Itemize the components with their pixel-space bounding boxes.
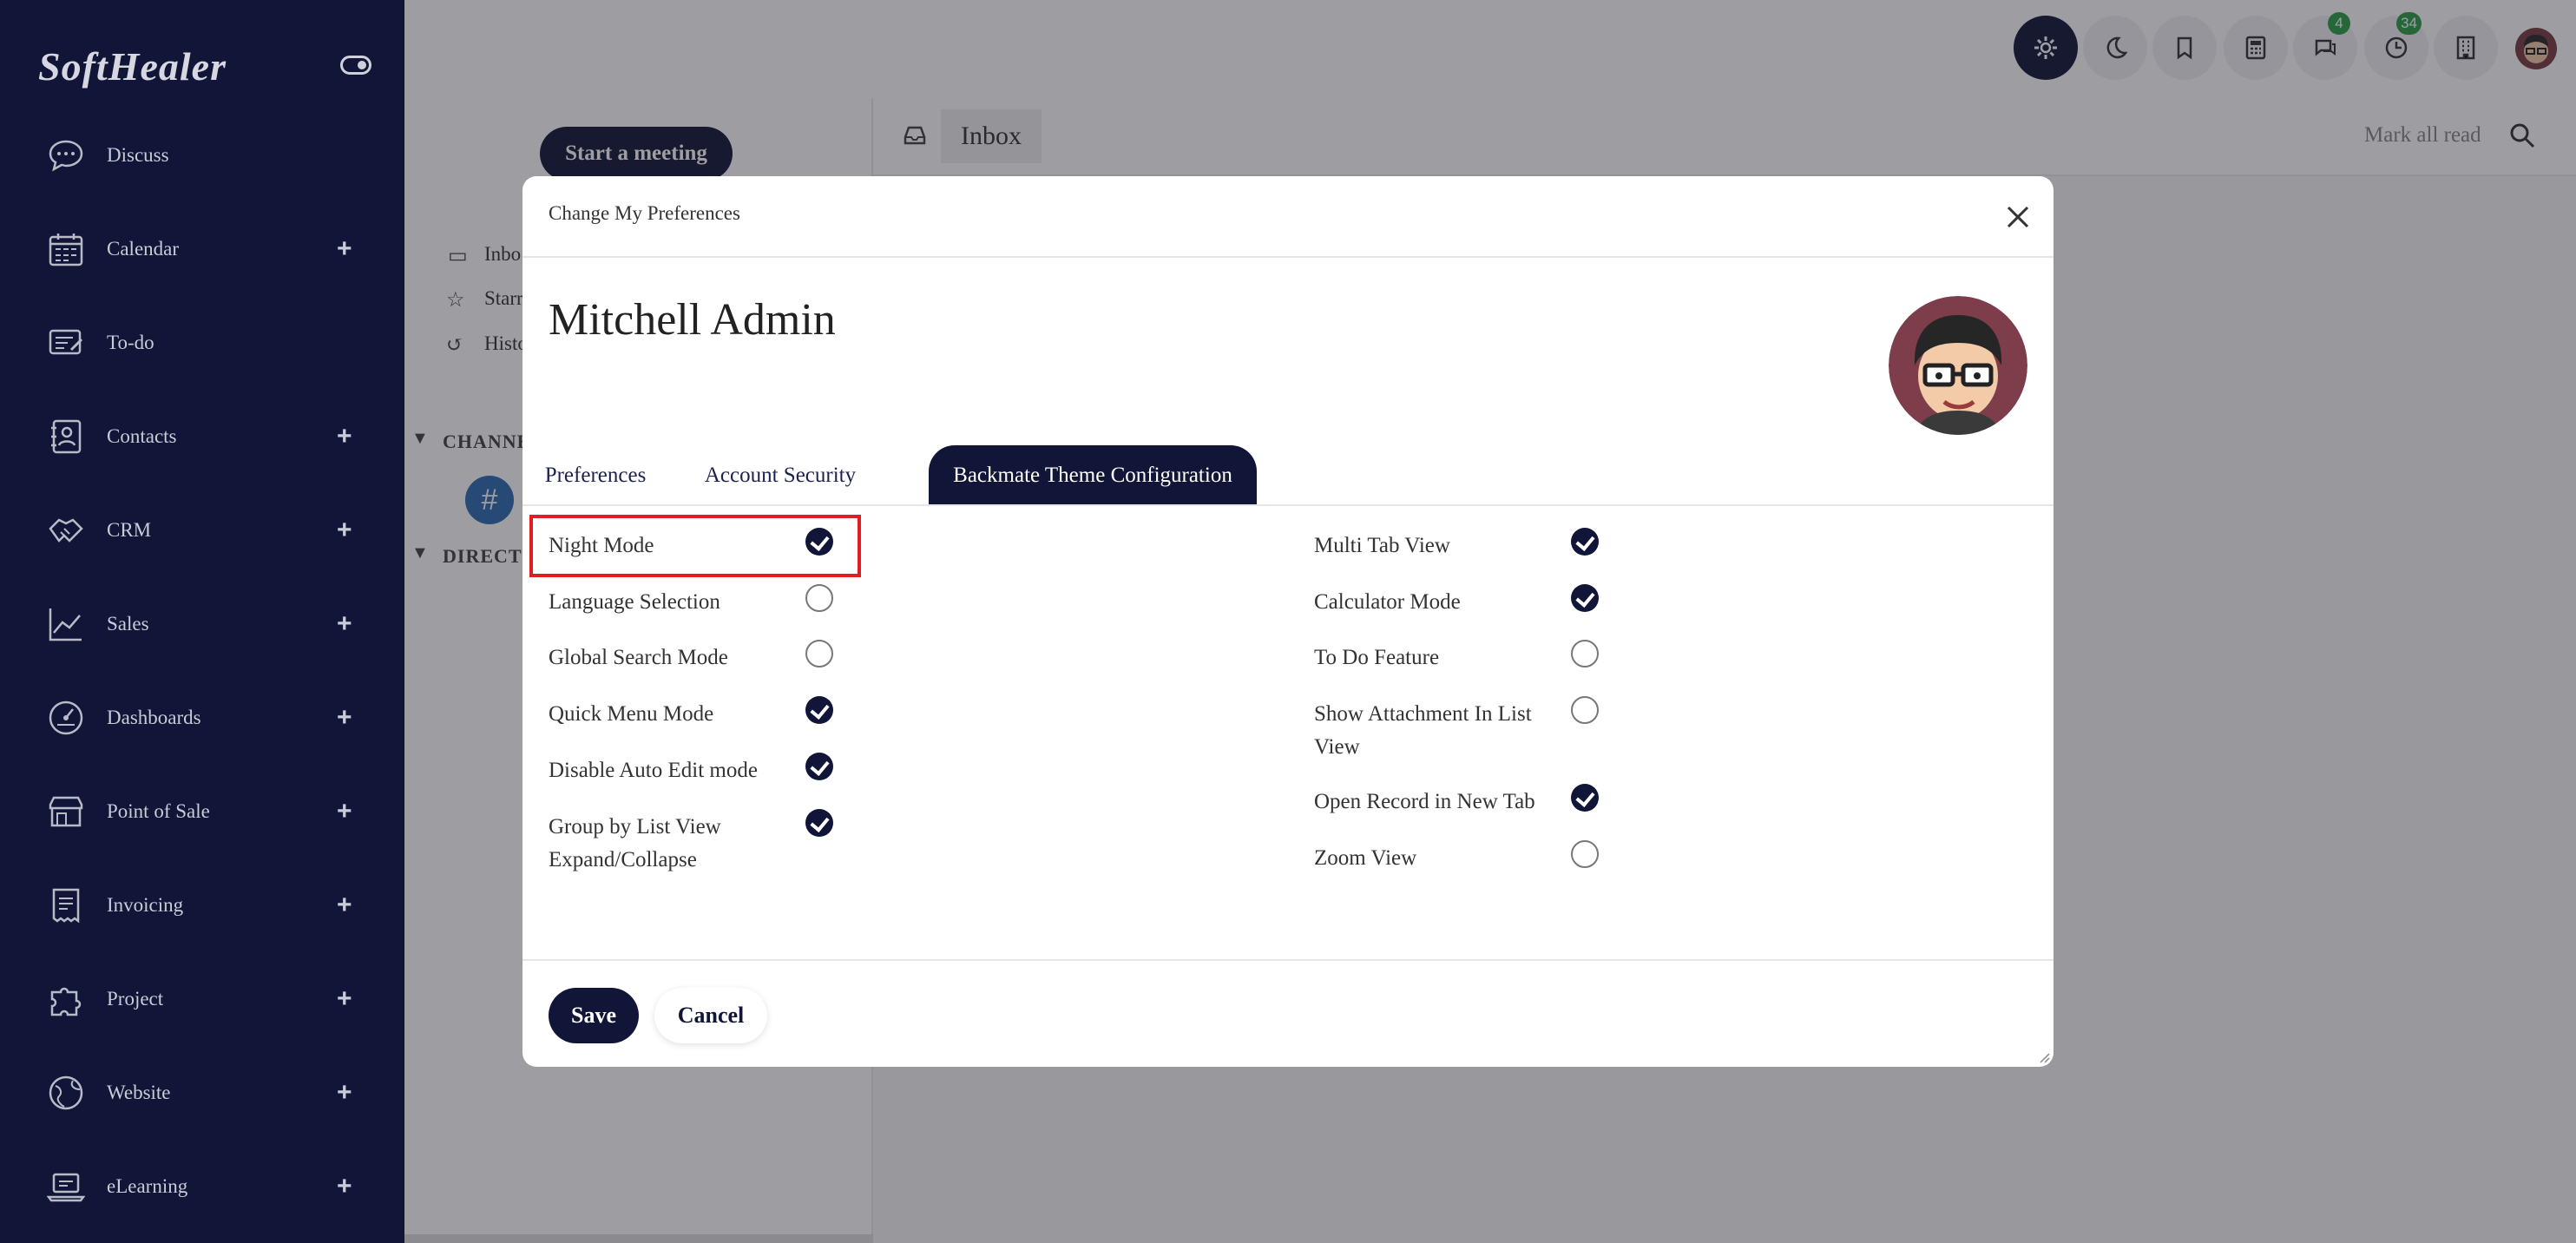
night-mode-checkbox[interactable] — [805, 528, 833, 556]
todo-icon — [49, 329, 83, 355]
language-selection-label: Language Selection — [549, 590, 720, 614]
brand-logo[interactable]: SoftHealer — [38, 43, 227, 89]
add-crm-icon[interactable]: + — [337, 516, 352, 545]
sidebar-item-point-of-sale[interactable]: Point of Sale + — [0, 768, 404, 855]
dialog-title: Change My Preferences — [549, 202, 740, 224]
tab-backmate-theme-configuration[interactable]: Backmate Theme Configuration — [929, 445, 1257, 506]
user-name-heading: Mitchell Admin — [549, 295, 836, 345]
globe-icon — [49, 1075, 83, 1110]
sidebar-item-calendar[interactable]: Calendar + — [0, 206, 404, 293]
handshake-icon — [49, 518, 83, 543]
calendar-icon — [49, 233, 83, 266]
sidebar-item-label: To-do — [107, 332, 154, 353]
chart-line-icon — [49, 608, 82, 641]
sidebar-item-contacts[interactable]: Contacts + — [0, 393, 404, 480]
sidebar-item-label: Dashboards — [107, 707, 201, 728]
add-website-icon[interactable]: + — [337, 1078, 352, 1108]
calculator-mode-checkbox[interactable] — [1571, 584, 1599, 612]
add-dashboards-icon[interactable]: + — [337, 703, 352, 733]
cancel-button[interactable]: Cancel — [654, 988, 767, 1043]
sidebar-toggle-icon[interactable] — [340, 56, 371, 75]
sidebar-item-sales[interactable]: Sales + — [0, 581, 404, 668]
zoom-view-checkbox[interactable] — [1571, 840, 1599, 868]
add-contacts-icon[interactable]: + — [337, 422, 352, 451]
disable-auto-edit-mode-checkbox[interactable] — [805, 753, 833, 780]
store-icon — [49, 796, 83, 827]
app-sidebar: SoftHealer Discuss Calendar + To-do Cont… — [0, 0, 404, 1243]
sidebar-item-crm[interactable]: CRM + — [0, 487, 404, 574]
chat-icon — [49, 140, 83, 172]
global-search-mode-checkbox[interactable] — [805, 640, 833, 668]
user-avatar[interactable] — [1889, 296, 2027, 435]
disable-auto-edit-mode-label: Disable Auto Edit mode — [549, 759, 758, 782]
contacts-icon — [51, 419, 82, 454]
sidebar-item-label: Calendar — [107, 238, 180, 260]
sidebar-item-label: eLearning — [107, 1175, 188, 1197]
group-by-list-view-checkbox[interactable] — [805, 809, 833, 837]
dialog-header-divider — [522, 256, 2054, 258]
group-by-list-view-label: Group by List View Expand/Collapse — [549, 815, 721, 871]
resize-grip-icon[interactable] — [2036, 1049, 2050, 1063]
dialog-footer-divider — [522, 959, 2054, 961]
night-mode-label: Night Mode — [549, 534, 654, 557]
receipt-icon — [52, 888, 80, 924]
puzzle-icon — [50, 987, 82, 1016]
sidebar-item-label: Invoicing — [107, 894, 184, 916]
sidebar-item-label: Project — [107, 988, 164, 1010]
sidebar-item-label: Website — [107, 1082, 171, 1103]
laptop-icon — [47, 1173, 85, 1202]
multi-tab-view-checkbox[interactable] — [1571, 528, 1599, 556]
sidebar-item-label: CRM — [107, 519, 152, 541]
global-search-mode-label: Global Search Mode — [549, 646, 728, 669]
quick-menu-mode-label: Quick Menu Mode — [549, 702, 714, 726]
multi-tab-view-label: Multi Tab View — [1314, 534, 1450, 557]
show-attachment-checkbox[interactable] — [1571, 696, 1599, 724]
add-calendar-icon[interactable]: + — [337, 234, 352, 264]
open-record-new-tab-label: Open Record in New Tab — [1314, 790, 1535, 813]
zoom-view-label: Zoom View — [1314, 846, 1417, 870]
sidebar-item-dashboards[interactable]: Dashboards + — [0, 674, 404, 761]
sidebar-item-label: Discuss — [107, 144, 169, 166]
save-button[interactable]: Save — [549, 988, 639, 1043]
to-do-feature-checkbox[interactable] — [1571, 640, 1599, 668]
add-sales-icon[interactable]: + — [337, 609, 352, 639]
sidebar-item-project[interactable]: Project + — [0, 956, 404, 1042]
preferences-dialog: Change My Preferences Mitchell Admin Pre… — [522, 176, 2054, 1067]
sidebar-item-todo[interactable]: To-do — [0, 299, 404, 386]
sidebar-item-label: Sales — [107, 613, 149, 635]
sidebar-item-label: Point of Sale — [107, 800, 210, 822]
add-project-icon[interactable]: + — [337, 984, 352, 1014]
add-invoicing-icon[interactable]: + — [337, 891, 352, 920]
tab-account-security[interactable]: Account Security — [667, 445, 894, 506]
add-elearning-icon[interactable]: + — [337, 1172, 352, 1201]
show-attachment-label: Show Attachment In List View — [1314, 702, 1532, 759]
add-point-of-sale-icon[interactable]: + — [337, 797, 352, 826]
open-record-new-tab-checkbox[interactable] — [1571, 784, 1599, 812]
sidebar-item-invoicing[interactable]: Invoicing + — [0, 862, 404, 949]
calculator-mode-label: Calculator Mode — [1314, 590, 1461, 614]
to-do-feature-label: To Do Feature — [1314, 646, 1440, 669]
sidebar-item-elearning[interactable]: eLearning + — [0, 1143, 404, 1230]
close-icon[interactable] — [2001, 201, 2034, 233]
language-selection-checkbox[interactable] — [805, 584, 833, 612]
sidebar-item-label: Contacts — [107, 425, 177, 447]
gauge-icon — [49, 700, 83, 735]
sidebar-item-discuss[interactable]: Discuss — [0, 112, 404, 199]
tab-preferences[interactable]: Preferences — [543, 445, 647, 506]
tab-divider — [522, 504, 2054, 506]
sidebar-item-website[interactable]: Website + — [0, 1049, 404, 1136]
quick-menu-mode-checkbox[interactable] — [805, 696, 833, 724]
